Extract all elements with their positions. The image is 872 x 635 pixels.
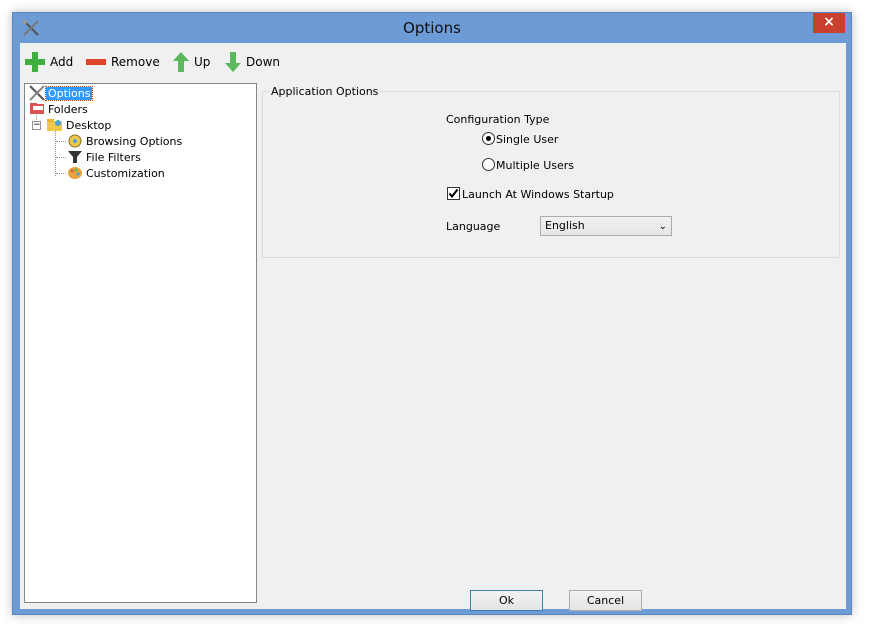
window-title: Options [403,19,461,37]
language-label: Language [446,220,501,233]
language-value: English [545,219,585,232]
remove-button[interactable]: Remove [85,51,160,73]
arrow-up-icon [173,52,189,72]
tree-item-file-filters[interactable]: File Filters [66,149,143,165]
remove-label: Remove [111,55,160,69]
add-button[interactable]: Add [24,51,73,73]
client-area: Add Remove Up Down − Options Folders Des… [20,43,846,611]
tools-icon [29,85,45,101]
tree-item-customization[interactable]: Customization [66,165,167,181]
tree-item-label: Folders [48,102,88,116]
group-title: Application Options [269,85,381,98]
tree-item-folders[interactable]: Folders [28,101,90,117]
launch-startup-label[interactable]: Launch At Windows Startup [462,188,614,201]
checkmark-icon [448,188,459,199]
tree-item-browsing-options[interactable]: Browsing Options [66,133,184,149]
tree-item-options[interactable]: Options [28,85,94,101]
close-button[interactable]: × [813,13,845,33]
desktop-folder-icon [47,119,62,131]
palette-icon [68,167,82,179]
funnel-icon [68,151,82,163]
toolbar: Add Remove Up Down [20,43,846,81]
tree-item-label: Desktop [66,118,112,132]
cancel-button[interactable]: Cancel [569,590,642,611]
folders-icon [30,103,44,114]
tree-connector [56,173,66,174]
chevron-down-icon: ⌄ [658,221,667,232]
options-tree[interactable]: − Options Folders Desktop Browsing Optio… [24,83,257,603]
plus-icon [25,52,45,72]
minus-icon [86,59,106,65]
launch-startup-checkbox[interactable] [447,187,460,200]
down-button[interactable]: Down [224,51,280,73]
title-bar[interactable]: Options × [13,13,851,43]
options-window: Options × Add Remove Up Down − Options F… [12,12,852,615]
single-user-label[interactable]: Single User [496,133,558,146]
add-label: Add [50,55,74,69]
tree-expander[interactable]: − [32,121,41,130]
application-options-group: Application Options Configuration Type S… [262,85,840,258]
single-user-radio[interactable] [482,132,495,145]
multiple-users-label[interactable]: Multiple Users [496,159,574,172]
tree-item-label: File Filters [86,150,141,164]
arrow-down-icon [225,52,241,72]
ok-button[interactable]: Ok [470,590,543,611]
up-label: Up [194,55,211,69]
tree-connector [56,141,66,142]
down-label: Down [246,55,281,69]
configuration-type-label: Configuration Type [446,113,550,126]
tree-connector [56,157,66,158]
tree-connector [55,128,56,176]
browsing-options-icon [68,134,82,148]
language-select[interactable]: English ⌄ [540,216,672,236]
up-button[interactable]: Up [172,51,210,73]
tree-item-desktop[interactable]: Desktop [46,117,113,133]
tree-item-label: Browsing Options [86,134,183,148]
tree-item-label: Customization [86,166,165,180]
multiple-users-radio[interactable] [482,158,495,171]
tree-item-label: Options [44,85,94,101]
